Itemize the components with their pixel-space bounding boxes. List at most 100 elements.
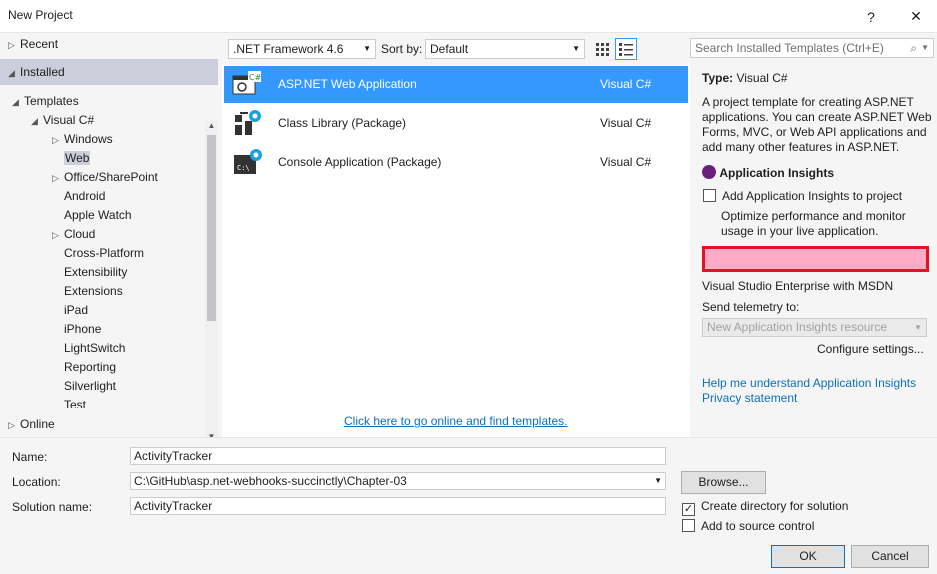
tree-node[interactable]: ▷ Office/SharePoint [52,168,158,187]
solution-value: ActivityTracker [134,499,213,513]
web-application-icon: C# [232,71,262,95]
tree-node-recent[interactable]: ▷ Recent [8,35,58,54]
tree-node[interactable]: ▷ Windows [52,130,113,149]
template-row[interactable]: Class Library (Package) Visual C# [224,105,688,142]
tree-label: Apple Watch [64,208,132,222]
chevron-down-icon: ▼ [363,44,371,53]
tree-label: Visual C# [43,113,95,127]
scroll-up-icon[interactable]: ▲ [205,121,218,130]
list-view-icon [619,43,633,56]
framework-dropdown[interactable]: .NET Framework 4.6 ▼ [228,39,376,59]
online-templates-link[interactable]: Click here to go online and find templat… [344,414,567,428]
sort-value: Default [430,42,469,56]
tree-node[interactable]: Test [52,396,86,408]
checkbox[interactable] [703,189,716,202]
cancel-button[interactable]: Cancel [851,545,929,568]
tree-label: Android [64,189,106,203]
chevron-down-icon: ▼ [572,44,580,53]
window-title: New Project [8,8,73,22]
help-insights-link[interactable]: Help me understand Application Insights [702,376,916,390]
tree-label: LightSwitch [64,341,126,355]
chevron-down-icon[interactable]: ▼ [921,39,929,57]
type-label: Type: [702,71,734,85]
checkbox-checked[interactable]: ✓ [682,503,695,516]
insights-title: Application Insights [719,166,835,180]
tree-node[interactable]: iPhone [52,320,101,339]
privacy-statement-link[interactable]: Privacy statement [702,391,797,405]
list-view-button[interactable] [615,38,637,60]
configure-settings-link[interactable]: Configure settings... [817,342,924,356]
solution-name-field[interactable]: ActivityTracker [130,497,666,515]
name-field[interactable]: ActivityTracker [130,447,666,465]
scrollbar-thumb[interactable] [207,135,216,321]
template-tree: ▷ Recent ◢ Installed ◢ Templates ◢ Visual C#… [0,33,222,441]
tree-node-installed[interactable]: ◢ Installed [0,59,218,85]
tree-node[interactable]: LightSwitch [52,339,125,358]
tree-label: Windows [64,132,113,146]
tree-label: Installed [20,65,65,79]
location-value: C:\GitHub\asp.net-webhooks-succinctly\Ch… [134,474,407,488]
ok-button[interactable]: OK [771,545,845,568]
tree-label: Templates [24,94,79,108]
telemetry-label: Send telemetry to: [702,300,800,314]
telemetry-dropdown[interactable]: New Application Insights resource ▼ [702,318,927,337]
tree-node-templates[interactable]: ◢ Templates [12,92,79,111]
tree-node[interactable]: Silverlight [52,377,116,396]
tree-node[interactable]: iPad [52,301,88,320]
small-icons-view-button[interactable] [593,39,611,59]
expand-arrow-icon: ▷ [8,420,15,430]
help-button[interactable]: ? [850,0,892,33]
tree-label: iPhone [64,322,102,336]
framework-value: .NET Framework 4.6 [233,42,344,56]
tree-node[interactable]: Apple Watch [52,206,132,225]
console-application-icon: C:\ [234,149,262,174]
tree-label: Cloud [64,227,96,241]
checkbox[interactable] [682,519,695,532]
source-control-checkbox[interactable]: Add to source control [682,519,814,533]
tree-node[interactable]: Web [52,149,91,168]
name-value: ActivityTracker [134,449,213,463]
close-button[interactable]: ✕ [895,0,937,33]
tree-label: Office/SharePoint [64,170,158,184]
checkbox-label: Add to source control [701,519,815,533]
tree-node[interactable]: Reporting [52,358,116,377]
svg-text:C#: C# [249,73,262,82]
tree-node-online[interactable]: ▷ Online [8,415,55,434]
collapse-arrow-icon: ◢ [12,97,19,107]
expand-arrow-icon: ▷ [52,173,59,183]
grid-view-icon [596,43,609,56]
tree-node[interactable]: Android [52,187,105,206]
tree-node[interactable]: ▷ Cloud [52,225,95,244]
location-label: Location: [12,475,61,489]
tree-node[interactable]: Extensibility [52,263,127,282]
template-row[interactable]: C:\ Console Application (Package) Visual… [224,144,688,181]
application-insights-heading: Application Insights [702,165,834,180]
tree-label: Extensibility [64,265,128,279]
template-name: Class Library (Package) [278,116,407,130]
add-insights-checkbox[interactable]: Add Application Insights to project [703,189,902,203]
tree-node[interactable]: Extensions [52,282,123,301]
lightbulb-icon [702,165,716,179]
search-icon[interactable]: ⌕ [910,39,917,57]
create-directory-checkbox[interactable]: ✓ Create directory for solution [682,499,848,516]
sort-dropdown[interactable]: Default ▼ [425,39,585,59]
tree-node-visual-csharp[interactable]: ◢ Visual C# [31,111,94,130]
template-language: Visual C# [600,77,652,91]
expand-arrow-icon: ▷ [52,230,59,240]
template-toolbar: .NET Framework 4.6 ▼ Sort by: Default ▼ [222,33,690,65]
tree-label: Reporting [64,360,117,374]
search-input[interactable]: Search Installed Templates (Ctrl+E) ⌕ ▼ [690,38,934,58]
template-row[interactable]: C# ASP.NET Web Application Visual C# [224,66,688,103]
browse-button[interactable]: Browse... [681,471,766,494]
collapse-arrow-icon: ◢ [8,68,15,78]
expand-arrow-icon: ▷ [8,40,15,50]
template-language: Visual C# [600,155,652,169]
location-field[interactable]: C:\GitHub\asp.net-webhooks-succinctly\Ch… [130,472,666,490]
redacted-account-field [702,246,929,272]
expand-arrow-icon: ▷ [52,135,59,145]
search-placeholder: Search Installed Templates (Ctrl+E) [695,41,884,55]
chevron-down-icon[interactable]: ▼ [654,473,662,489]
tree-node[interactable]: Cross-Platform [52,244,144,263]
tree-label: iPad [64,303,89,317]
sort-label: Sort by: [381,42,423,56]
